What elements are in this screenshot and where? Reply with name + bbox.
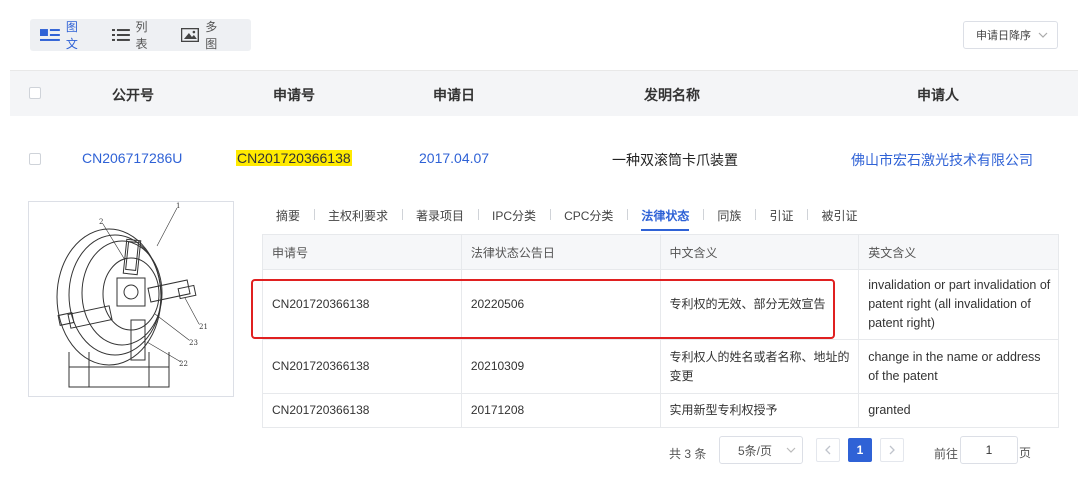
cell-date: 20210309 — [460, 339, 661, 394]
pub-no-link[interactable]: CN206717286U — [82, 150, 182, 166]
image-text-icon — [40, 29, 60, 41]
next-page-button[interactable] — [880, 438, 904, 462]
th-en-meaning: 英文含义 — [858, 234, 1059, 270]
cell-en-meaning: granted — [858, 393, 1059, 428]
th-app-no: 申请号 — [262, 234, 462, 270]
tab-cpc[interactable]: CPC分类 — [550, 207, 627, 224]
list-icon — [111, 29, 130, 41]
tab-abstract[interactable]: 摘要 — [262, 207, 314, 224]
col-app-no: 申请号 — [273, 87, 315, 103]
app-no-highlight: CN201720366138 — [236, 150, 352, 166]
detail-tabs: 摘要 主权利要求 著录项目 IPC分类 CPC分类 法律状态 同族 引证 被引证 — [262, 204, 871, 231]
results-header: 公开号 申请号 申请日 发明名称 申请人 — [10, 70, 1078, 116]
cell-en-meaning: change in the name or address of the pat… — [858, 339, 1059, 394]
page-size-value: 5条/页 — [738, 443, 773, 458]
view-label: 列表 — [135, 20, 148, 51]
table-header-row: 申请号 法律状态公告日 中文含义 英文含义 — [262, 234, 1059, 270]
annotation-highlight-box — [251, 279, 835, 339]
cell-app-no: CN201720366138 — [262, 393, 462, 428]
tab-citations[interactable]: 引证 — [755, 207, 807, 224]
chevron-down-icon — [786, 447, 796, 453]
row-checkbox[interactable] — [29, 153, 41, 165]
col-title: 发明名称 — [644, 87, 700, 103]
page-button-current[interactable]: 1 — [848, 438, 872, 462]
cell-app-no: CN201720366138 — [262, 339, 462, 394]
patent-drawing-svg: 1 2 21 22 23 — [56, 202, 208, 388]
page-unit-label: 页 — [1019, 446, 1032, 460]
cell-cn-meaning: 实用新型专利权授予 — [659, 393, 860, 428]
tab-main-claim[interactable]: 主权利要求 — [314, 207, 402, 224]
sort-selected-value: 申请日降序 — [976, 30, 1031, 42]
tab-bibliographic[interactable]: 著录项目 — [402, 207, 478, 224]
applicant-link[interactable]: 佛山市宏石激光技术有限公司 — [851, 150, 1033, 170]
th-announce-date: 法律状态公告日 — [460, 234, 661, 270]
goto-label: 前往 — [934, 447, 959, 461]
cell-date: 20171208 — [460, 393, 661, 428]
col-pub-no: 公开号 — [112, 87, 154, 103]
patent-drawing[interactable]: 1 2 21 22 23 — [28, 201, 234, 397]
select-all-checkbox[interactable] — [29, 87, 41, 99]
pagination-total: 共 3 条 — [669, 447, 707, 461]
gallery-icon — [181, 28, 200, 42]
view-image-text-button[interactable]: 图文 — [40, 18, 90, 52]
chevron-down-icon — [1038, 32, 1048, 38]
drawing-label: 21 — [199, 323, 208, 331]
drawing-label: 22 — [179, 360, 188, 368]
table-row: CN201720366138 20171208 实用新型专利权授予 grante… — [262, 393, 1059, 428]
prev-page-button[interactable] — [816, 438, 840, 462]
view-label: 多图 — [205, 20, 218, 51]
view-gallery-button[interactable]: 多图 — [181, 18, 229, 52]
tab-family[interactable]: 同族 — [703, 207, 755, 224]
drawing-label: 1 — [176, 202, 180, 210]
view-list-button[interactable]: 列表 — [111, 18, 160, 52]
col-app-date: 申请日 — [433, 87, 475, 103]
tab-cited-by[interactable]: 被引证 — [807, 207, 871, 224]
col-applicant: 申请人 — [917, 87, 959, 103]
table-row: CN201720366138 20210309 专利权人的姓名或者名称、地址的变… — [262, 339, 1059, 394]
chevron-right-icon — [889, 445, 895, 455]
drawing-label: 23 — [189, 339, 198, 347]
cell-cn-meaning: 专利权人的姓名或者名称、地址的变更 — [659, 339, 860, 394]
chevron-left-icon — [825, 445, 831, 455]
app-date: 2017.04.07 — [419, 150, 490, 166]
goto-page-input[interactable]: 1 — [960, 436, 1018, 464]
tab-legal-status[interactable]: 法律状态 — [627, 207, 703, 231]
tab-ipc[interactable]: IPC分类 — [478, 207, 550, 224]
page-size-select[interactable]: 5条/页 — [719, 436, 803, 464]
th-cn-meaning: 中文含义 — [659, 234, 860, 270]
view-toggle: 图文 列表 多图 — [30, 19, 251, 51]
cell-en-meaning: invalidation or part invalidation of pat… — [858, 269, 1059, 340]
patent-title[interactable]: 一种双滚筒卡爪装置 — [612, 150, 738, 170]
drawing-label: 2 — [99, 218, 103, 226]
view-label: 图文 — [65, 20, 78, 51]
sort-select[interactable]: 申请日降序 — [963, 21, 1058, 49]
